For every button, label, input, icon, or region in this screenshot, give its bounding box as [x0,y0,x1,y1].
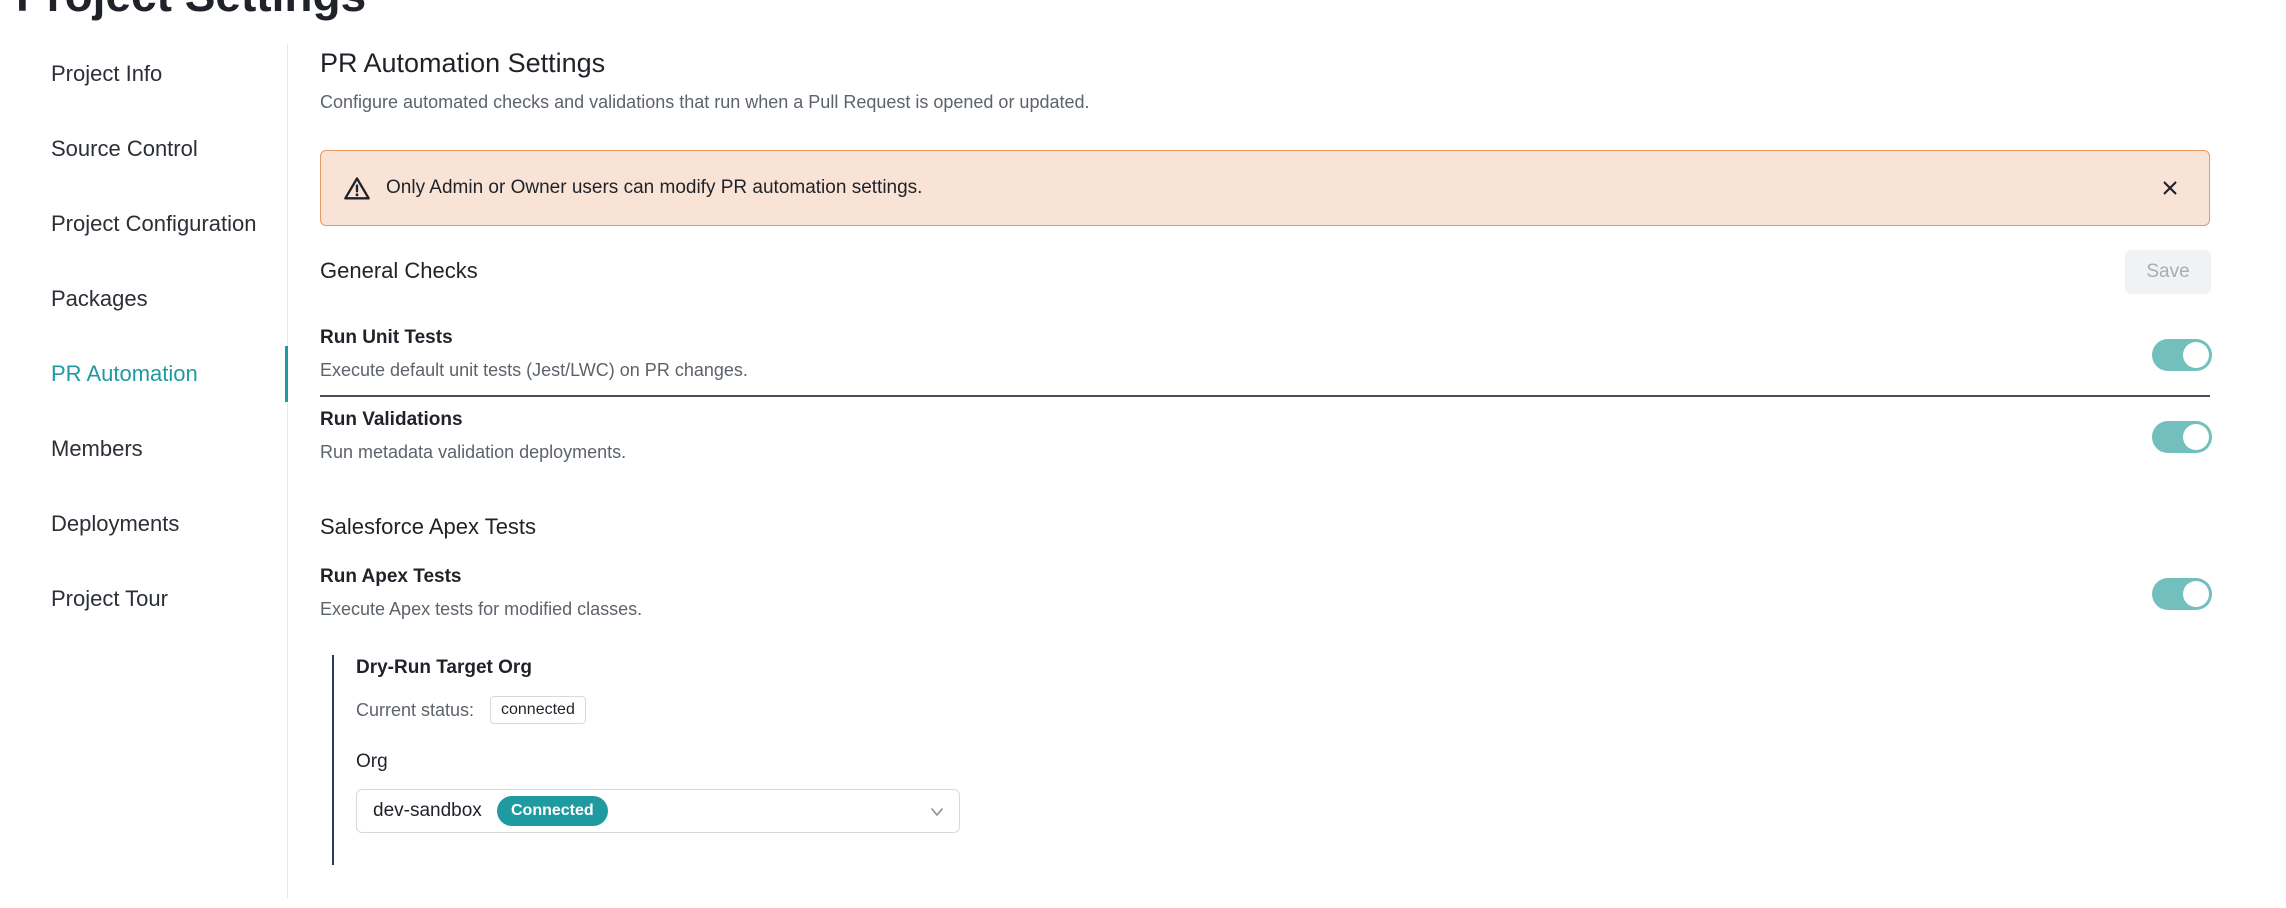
org-label: Org [356,751,388,772]
toggle-knob [2183,424,2209,450]
org-select-value: dev-sandbox [373,800,482,821]
toggle-knob [2183,581,2209,607]
setting-desc-validations: Run metadata validation deployments. [320,442,627,462]
chevron-down-icon [931,808,943,816]
validations-toggle[interactable] [2152,421,2212,453]
project-settings-page: Project Settings Project Info Source Con… [0,0,2286,908]
toggle-knob [2183,342,2209,368]
warning-triangle-icon [344,177,370,200]
apex-tests-heading: Salesforce Apex Tests [320,514,537,539]
status-badge: connected [490,696,586,724]
dry-run-title: Dry-Run Target Org [356,657,532,678]
settings-sidebar: Project Info Source Control Project Conf… [0,44,288,898]
setting-desc-apex-tests: Execute Apex tests for modified classes. [320,599,643,619]
alert-message: Only Admin or Owner users can modify PR … [386,177,923,198]
unit-tests-toggle[interactable] [2152,339,2212,371]
sidebar-item-packages[interactable]: Packages [51,286,148,312]
setting-title-unit-tests: Run Unit Tests [320,327,453,348]
setting-desc-unit-tests: Execute default unit tests (Jest/LWC) on… [320,360,748,380]
sidebar-item-project-configuration[interactable]: Project Configuration [51,211,256,237]
current-status-label: Current status: [356,700,475,720]
apex-tests-toggle[interactable] [2152,578,2212,610]
org-connected-badge: Connected [497,796,608,826]
active-indicator [285,346,288,402]
setting-title-validations: Run Validations [320,409,463,430]
row-divider [320,395,2210,397]
section-description: Configure automated checks and validatio… [320,92,1090,112]
sidebar-item-project-info[interactable]: Project Info [51,61,162,87]
save-button[interactable]: Save [2125,250,2211,294]
sidebar-item-members[interactable]: Members [51,436,143,462]
page-title: Project Settings [16,0,366,22]
sidebar-item-project-tour[interactable]: Project Tour [51,586,168,612]
setting-title-apex-tests: Run Apex Tests [320,566,462,587]
sidebar-item-deployments[interactable]: Deployments [51,511,179,537]
sidebar-item-source-control[interactable]: Source Control [51,136,198,162]
permission-alert: Only Admin or Owner users can modify PR … [320,150,2210,226]
sidebar-item-pr-automation[interactable]: PR Automation [51,361,198,387]
close-icon[interactable] [2157,175,2183,201]
dry-run-target-panel: Dry-Run Target Org Current status: conne… [332,655,974,865]
section-heading: PR Automation Settings [320,48,606,78]
org-select[interactable]: dev-sandbox Connected [356,789,960,833]
general-checks-heading: General Checks [320,258,478,283]
